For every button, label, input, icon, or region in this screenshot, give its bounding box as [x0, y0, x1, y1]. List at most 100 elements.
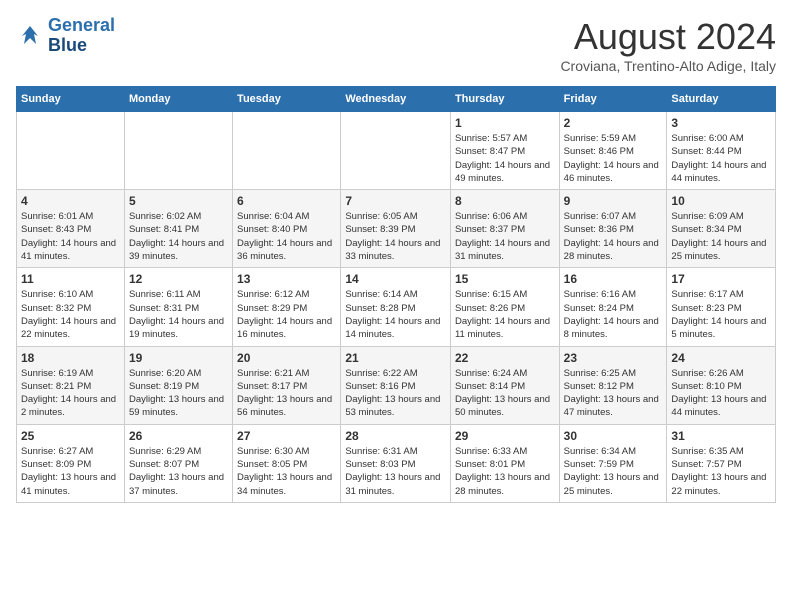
location-subtitle: Croviana, Trentino-Alto Adige, Italy [560, 58, 776, 74]
title-area: August 2024 Croviana, Trentino-Alto Adig… [560, 16, 776, 74]
calendar-cell-3-3: 13 Sunrise: 6:12 AMSunset: 8:29 PMDayligh… [233, 268, 341, 346]
day-info: Sunrise: 6:11 AMSunset: 8:31 PMDaylight:… [129, 288, 228, 341]
day-info: Sunrise: 6:29 AMSunset: 8:07 PMDaylight:… [129, 445, 228, 498]
day-number: 9 [564, 194, 663, 208]
weekday-header-sunday: Sunday [17, 87, 125, 112]
calendar-cell-4-2: 19 Sunrise: 6:20 AMSunset: 8:19 PMDayligh… [124, 346, 232, 424]
day-info: Sunrise: 6:33 AMSunset: 8:01 PMDaylight:… [455, 445, 555, 498]
day-info: Sunrise: 6:17 AMSunset: 8:23 PMDaylight:… [671, 288, 771, 341]
day-info: Sunrise: 6:00 AMSunset: 8:44 PMDaylight:… [671, 132, 771, 185]
day-info: Sunrise: 6:12 AMSunset: 8:29 PMDaylight:… [237, 288, 336, 341]
day-info: Sunrise: 6:22 AMSunset: 8:16 PMDaylight:… [345, 367, 446, 420]
day-number: 20 [237, 351, 336, 365]
day-info: Sunrise: 6:04 AMSunset: 8:40 PMDaylight:… [237, 210, 336, 263]
day-number: 26 [129, 429, 228, 443]
day-number: 29 [455, 429, 555, 443]
day-number: 21 [345, 351, 446, 365]
day-info: Sunrise: 6:26 AMSunset: 8:10 PMDaylight:… [671, 367, 771, 420]
weekday-header-friday: Friday [559, 87, 667, 112]
day-info: Sunrise: 6:31 AMSunset: 8:03 PMDaylight:… [345, 445, 446, 498]
header: General Blue August 2024 Croviana, Trent… [16, 16, 776, 74]
day-number: 19 [129, 351, 228, 365]
day-info: Sunrise: 6:27 AMSunset: 8:09 PMDaylight:… [21, 445, 120, 498]
calendar-cell-4-6: 23 Sunrise: 6:25 AMSunset: 8:12 PMDayligh… [559, 346, 667, 424]
calendar-cell-4-5: 22 Sunrise: 6:24 AMSunset: 8:14 PMDayligh… [450, 346, 559, 424]
day-number: 13 [237, 272, 336, 286]
day-info: Sunrise: 6:24 AMSunset: 8:14 PMDaylight:… [455, 367, 555, 420]
day-number: 2 [564, 116, 663, 130]
day-number: 7 [345, 194, 446, 208]
logo-icon [16, 22, 44, 50]
day-info: Sunrise: 6:16 AMSunset: 8:24 PMDaylight:… [564, 288, 663, 341]
calendar-cell-1-1 [17, 112, 125, 190]
calendar-cell-4-4: 21 Sunrise: 6:22 AMSunset: 8:16 PMDayligh… [341, 346, 451, 424]
day-info: Sunrise: 6:15 AMSunset: 8:26 PMDaylight:… [455, 288, 555, 341]
calendar-cell-5-2: 26 Sunrise: 6:29 AMSunset: 8:07 PMDayligh… [124, 424, 232, 502]
day-number: 3 [671, 116, 771, 130]
calendar-cell-1-3 [233, 112, 341, 190]
calendar-cell-2-1: 4 Sunrise: 6:01 AMSunset: 8:43 PMDaylight… [17, 190, 125, 268]
day-info: Sunrise: 5:59 AMSunset: 8:46 PMDaylight:… [564, 132, 663, 185]
day-number: 17 [671, 272, 771, 286]
calendar-cell-5-3: 27Sunrise: 6:30 AMSunset: 8:05 PMDayligh… [233, 424, 341, 502]
calendar-cell-1-6: 2 Sunrise: 5:59 AMSunset: 8:46 PMDaylight… [559, 112, 667, 190]
day-number: 6 [237, 194, 336, 208]
calendar-cell-5-4: 28 Sunrise: 6:31 AMSunset: 8:03 PMDayligh… [341, 424, 451, 502]
calendar-cell-5-1: 25 Sunrise: 6:27 AMSunset: 8:09 PMDayligh… [17, 424, 125, 502]
day-info: Sunrise: 6:02 AMSunset: 8:41 PMDaylight:… [129, 210, 228, 263]
calendar-cell-2-3: 6 Sunrise: 6:04 AMSunset: 8:40 PMDaylight… [233, 190, 341, 268]
calendar-cell-5-7: 31 Sunrise: 6:35 AMSunset: 7:57 PMDayligh… [667, 424, 776, 502]
day-info: Sunrise: 6:21 AMSunset: 8:17 PMDaylight:… [237, 367, 336, 420]
day-number: 11 [21, 272, 120, 286]
calendar-cell-2-7: 10 Sunrise: 6:09 AMSunset: 8:34 PMDayligh… [667, 190, 776, 268]
day-number: 14 [345, 272, 446, 286]
day-number: 28 [345, 429, 446, 443]
day-info: Sunrise: 6:30 AMSunset: 8:05 PMDaylight:… [237, 445, 336, 498]
calendar-cell-3-5: 15 Sunrise: 6:15 AMSunset: 8:26 PMDayligh… [450, 268, 559, 346]
weekday-header-thursday: Thursday [450, 87, 559, 112]
logo: General Blue [16, 16, 115, 56]
day-info: Sunrise: 6:35 AMSunset: 7:57 PMDaylight:… [671, 445, 771, 498]
day-number: 15 [455, 272, 555, 286]
calendar-cell-4-3: 20 Sunrise: 6:21 AMSunset: 8:17 PMDayligh… [233, 346, 341, 424]
calendar-cell-4-1: 18 Sunrise: 6:19 AMSunset: 8:21 PMDayligh… [17, 346, 125, 424]
day-info: Sunrise: 6:34 AMSunset: 7:59 PMDaylight:… [564, 445, 663, 498]
calendar-cell-5-6: 30Sunrise: 6:34 AMSunset: 7:59 PMDayligh… [559, 424, 667, 502]
calendar-cell-1-2 [124, 112, 232, 190]
weekday-header-monday: Monday [124, 87, 232, 112]
day-number: 16 [564, 272, 663, 286]
day-info: Sunrise: 6:05 AMSunset: 8:39 PMDaylight:… [345, 210, 446, 263]
calendar-cell-3-6: 16 Sunrise: 6:16 AMSunset: 8:24 PMDayligh… [559, 268, 667, 346]
weekday-header-tuesday: Tuesday [233, 87, 341, 112]
day-info: Sunrise: 6:14 AMSunset: 8:28 PMDaylight:… [345, 288, 446, 341]
logo-text: General Blue [48, 16, 115, 56]
calendar-cell-3-1: 11 Sunrise: 6:10 AMSunset: 8:32 PMDayligh… [17, 268, 125, 346]
day-number: 1 [455, 116, 555, 130]
day-info: Sunrise: 6:06 AMSunset: 8:37 PMDaylight:… [455, 210, 555, 263]
calendar-cell-2-5: 8Sunrise: 6:06 AMSunset: 8:37 PMDaylight… [450, 190, 559, 268]
calendar-cell-2-6: 9 Sunrise: 6:07 AMSunset: 8:36 PMDaylight… [559, 190, 667, 268]
calendar-cell-3-7: 17 Sunrise: 6:17 AMSunset: 8:23 PMDayligh… [667, 268, 776, 346]
day-number: 31 [671, 429, 771, 443]
day-info: Sunrise: 6:20 AMSunset: 8:19 PMDaylight:… [129, 367, 228, 420]
day-number: 22 [455, 351, 555, 365]
day-info: Sunrise: 6:10 AMSunset: 8:32 PMDaylight:… [21, 288, 120, 341]
calendar-cell-3-2: 12Sunrise: 6:11 AMSunset: 8:31 PMDayligh… [124, 268, 232, 346]
day-number: 4 [21, 194, 120, 208]
day-info: Sunrise: 6:19 AMSunset: 8:21 PMDaylight:… [21, 367, 120, 420]
weekday-header-saturday: Saturday [667, 87, 776, 112]
day-info: Sunrise: 6:25 AMSunset: 8:12 PMDaylight:… [564, 367, 663, 420]
day-info: Sunrise: 6:01 AMSunset: 8:43 PMDaylight:… [21, 210, 120, 263]
calendar-cell-1-5: 1 Sunrise: 5:57 AMSunset: 8:47 PMDaylight… [450, 112, 559, 190]
day-number: 23 [564, 351, 663, 365]
day-number: 5 [129, 194, 228, 208]
day-number: 25 [21, 429, 120, 443]
day-info: Sunrise: 6:09 AMSunset: 8:34 PMDaylight:… [671, 210, 771, 263]
day-number: 24 [671, 351, 771, 365]
calendar-cell-2-4: 7 Sunrise: 6:05 AMSunset: 8:39 PMDaylight… [341, 190, 451, 268]
day-info: Sunrise: 6:07 AMSunset: 8:36 PMDaylight:… [564, 210, 663, 263]
day-number: 18 [21, 351, 120, 365]
day-number: 10 [671, 194, 771, 208]
day-info: Sunrise: 5:57 AMSunset: 8:47 PMDaylight:… [455, 132, 555, 185]
weekday-header-wednesday: Wednesday [341, 87, 451, 112]
